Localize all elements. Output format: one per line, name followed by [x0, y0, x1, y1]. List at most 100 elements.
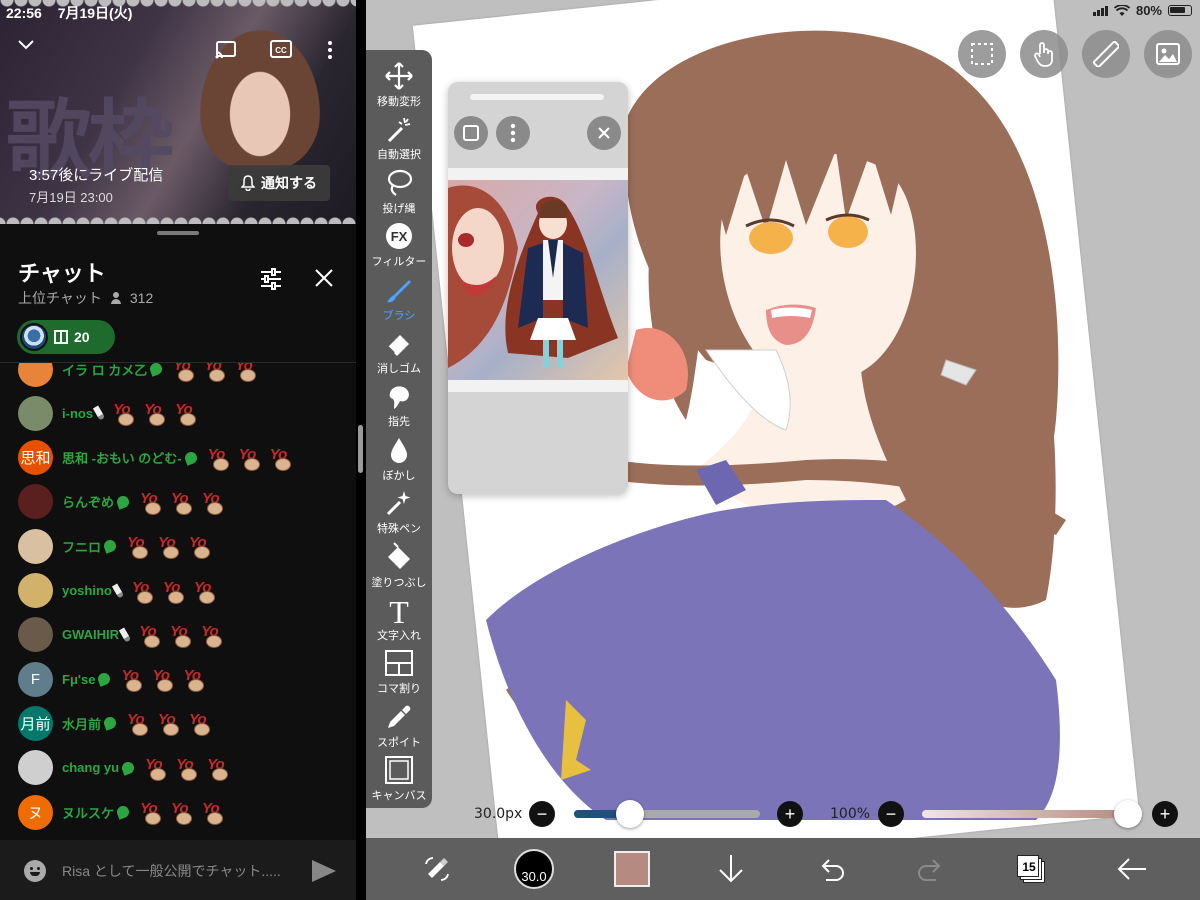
avatar[interactable] — [18, 617, 53, 653]
brush-size-slider-knob[interactable] — [615, 800, 644, 828]
reference-window[interactable] — [448, 82, 628, 494]
avatar[interactable] — [18, 750, 53, 786]
reference-menu-button[interactable] — [496, 116, 530, 150]
tool-label: 自動選択 — [377, 148, 421, 162]
touch-gesture-button[interactable] — [1020, 30, 1068, 78]
yo-emote-icon — [120, 666, 146, 693]
avatar[interactable]: F — [18, 661, 53, 697]
chat-author[interactable]: GWAIHIR — [62, 627, 119, 642]
tool-special-pen[interactable]: 特殊ペン — [366, 487, 432, 540]
chat-author[interactable]: chang yu — [62, 760, 119, 775]
send-icon[interactable] — [312, 860, 336, 882]
save-down-button[interactable] — [714, 850, 748, 888]
chat-settings-sliders-icon[interactable] — [259, 268, 283, 290]
brush-size-increase-button[interactable]: + — [777, 801, 803, 827]
undo-button[interactable] — [814, 850, 848, 888]
brush-size-decrease-button[interactable]: − — [529, 801, 555, 827]
chat-author[interactable]: 水月前 — [62, 714, 101, 733]
chat-message[interactable]: chang yu — [18, 750, 232, 786]
opacity-slider-knob[interactable] — [1114, 800, 1142, 828]
chat-message[interactable]: yoshino — [18, 573, 219, 609]
tool-move[interactable]: 移動変形 — [366, 60, 432, 113]
reference-drag-handle[interactable] — [470, 94, 604, 100]
chat-message[interactable]: F Fμ'se — [18, 661, 208, 697]
chat-message[interactable]: ヌヌルスケ — [18, 794, 227, 830]
chat-message[interactable]: i-nos — [18, 395, 200, 431]
notify-label: 通知する — [261, 175, 317, 191]
avatar[interactable] — [18, 573, 53, 608]
chat-author[interactable]: イラ ロ カメ乙 — [62, 363, 147, 379]
chat-author[interactable]: らんぞめ — [62, 492, 114, 511]
chat-author[interactable]: ヌルスケ — [62, 803, 114, 822]
transform-toggle-button[interactable] — [418, 850, 456, 888]
hand-touch-icon — [1034, 42, 1053, 67]
tool-text[interactable]: T 文字入れ — [366, 594, 432, 647]
avatar[interactable] — [18, 484, 53, 520]
member-badge-icon — [182, 449, 199, 466]
chat-message[interactable]: フニロ — [18, 528, 214, 564]
chat-input[interactable] — [62, 858, 292, 884]
chat-drag-handle[interactable] — [157, 231, 199, 235]
tool-frame-divider[interactable]: コマ割り — [366, 647, 432, 700]
tool-fx[interactable]: FX フィルター — [366, 220, 432, 273]
brush-eraser-swap-icon — [425, 857, 449, 881]
avatar[interactable]: ヌ — [18, 794, 53, 830]
gift-counter-pill[interactable]: 20 — [17, 320, 115, 354]
opacity-increase-button[interactable]: + — [1152, 801, 1178, 827]
redo-button[interactable] — [914, 850, 948, 888]
chat-message[interactable]: らんぞめ — [18, 484, 227, 520]
avatar[interactable] — [18, 395, 53, 431]
member-badge-icon — [115, 804, 131, 820]
chat-message[interactable]: 月前 水月前 — [18, 705, 214, 741]
emoji-icon[interactable] — [24, 860, 46, 882]
avatar[interactable]: 思和 — [18, 440, 53, 476]
image-button[interactable] — [1144, 30, 1192, 78]
opacity-slider-track[interactable] — [922, 810, 1128, 818]
yo-emote-icon — [200, 622, 226, 648]
video-player[interactable]: 歌枠 CC 3:57後にライブ配信 7月19日 23:00 通知する — [0, 0, 356, 224]
eraser-icon — [382, 327, 416, 359]
tool-brush[interactable]: ブラシ — [366, 274, 432, 327]
back-button[interactable] — [1114, 850, 1150, 888]
chat-author[interactable]: Fμ'se — [62, 672, 95, 687]
more-vert-icon[interactable] — [326, 40, 334, 60]
chat-message[interactable]: 思和 思和 -おもい のどむ- — [18, 440, 295, 476]
tool-eraser[interactable]: 消しゴム — [366, 327, 432, 380]
tool-smudge[interactable]: 指先 — [366, 380, 432, 433]
reference-close-button[interactable] — [587, 116, 621, 150]
chat-author[interactable]: yoshino — [62, 583, 112, 598]
chat-message-list[interactable]: イラ ロ カメ乙 i-nos 思和思和 -おもい のどむ- らんぞめフニロ yoshin… — [0, 363, 356, 843]
opacity-decrease-button[interactable]: − — [878, 801, 904, 827]
captions-icon[interactable]: CC — [270, 40, 292, 58]
chevron-down-icon[interactable] — [16, 38, 36, 52]
ruler-button[interactable] — [1082, 30, 1130, 78]
layers-button[interactable]: 15 — [1014, 850, 1048, 888]
yo-emote-icon — [131, 578, 157, 604]
tool-magic-wand[interactable]: 自動選択 — [366, 113, 432, 166]
status-bar-left: 22:56 7月19日(火) — [0, 0, 356, 22]
brush-size-button[interactable]: 30.0 — [512, 849, 556, 889]
tool-blur[interactable]: ぼかし — [366, 434, 432, 487]
chat-subtitle[interactable]: 上位チャット 312 — [18, 288, 153, 308]
chat-author[interactable]: 思和 -おもい のどむ- — [62, 448, 182, 467]
chat-message[interactable]: イラ ロ カメ乙 — [18, 363, 260, 387]
avatar[interactable] — [18, 363, 53, 387]
avatar[interactable]: 月前 — [18, 705, 53, 741]
chat-message[interactable]: GWAIHIR — [18, 617, 226, 653]
avatar[interactable] — [18, 528, 53, 564]
selection-button[interactable] — [958, 30, 1006, 78]
notify-button[interactable]: 通知する — [228, 165, 330, 201]
tool-eyedropper[interactable]: スポイト — [366, 701, 432, 754]
reference-frame-button[interactable] — [454, 116, 488, 150]
video-frame-bottom — [0, 210, 356, 224]
tool-lasso[interactable]: 投げ縄 — [366, 167, 432, 220]
tool-fill[interactable]: 塗りつぶし — [366, 541, 432, 594]
cast-icon[interactable] — [214, 40, 238, 60]
chat-author[interactable]: フニロ — [62, 537, 101, 556]
chat-author[interactable]: i-nos — [62, 406, 93, 421]
close-icon[interactable] — [314, 268, 334, 288]
chat-mode[interactable]: 上位チャット — [18, 288, 102, 308]
split-view-handle[interactable] — [358, 425, 363, 473]
color-button[interactable] — [612, 850, 652, 888]
tool-canvas[interactable]: キャンバス — [366, 754, 432, 807]
